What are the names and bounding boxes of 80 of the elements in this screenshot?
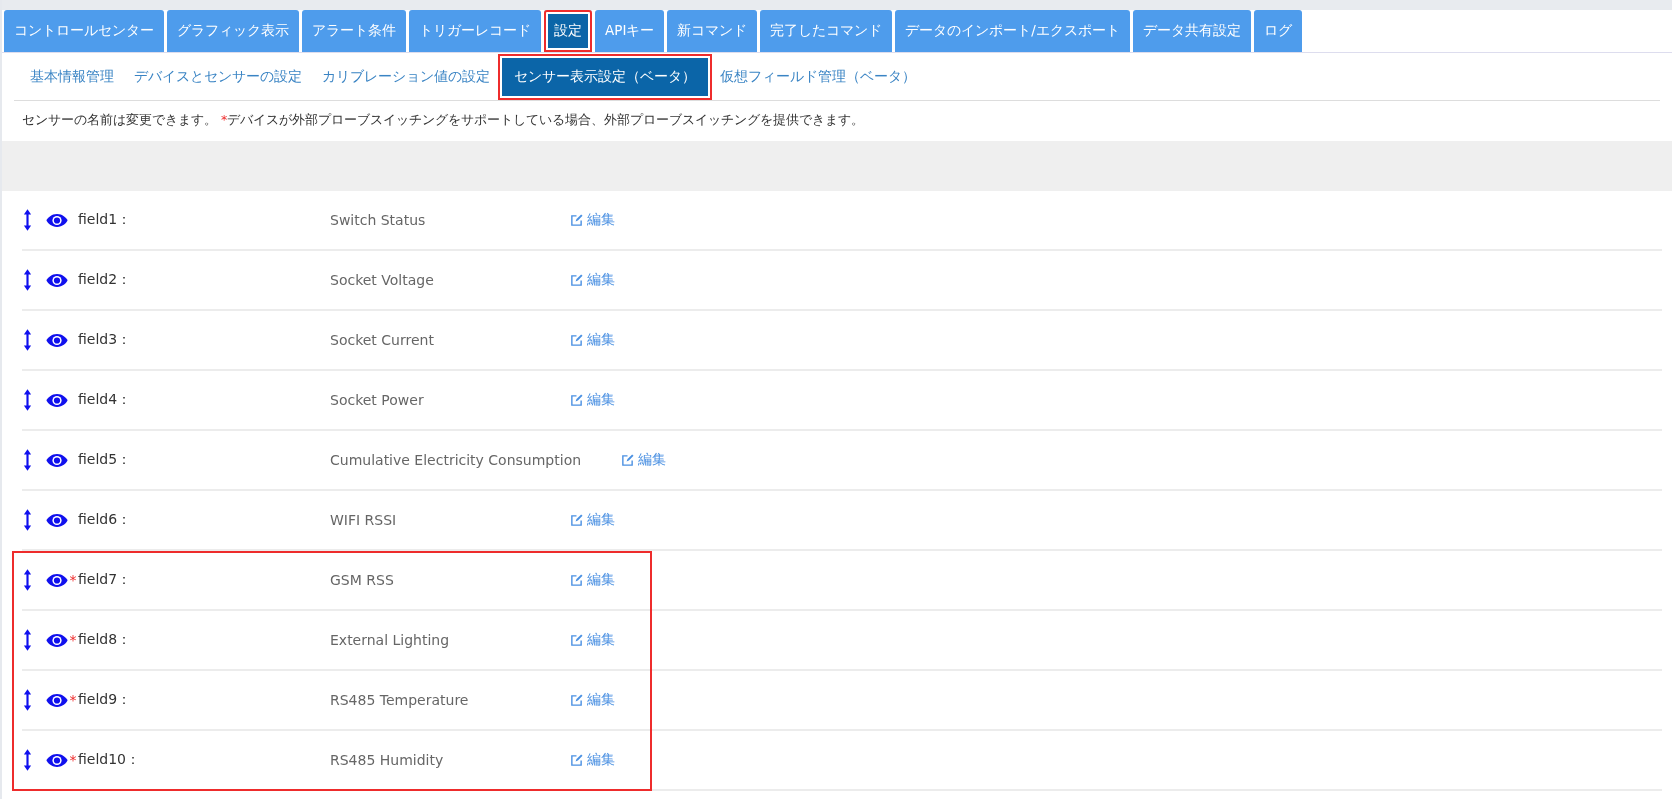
- drag-handle-icon[interactable]: [23, 209, 32, 231]
- required-asterisk: *: [68, 752, 78, 768]
- edit-link[interactable]: 編集: [570, 271, 615, 289]
- sensor-name: Socket Power: [330, 392, 425, 408]
- edit-link[interactable]: 編集: [621, 451, 667, 469]
- drag-handle-icon[interactable]: [23, 749, 32, 771]
- eye-icon[interactable]: [46, 692, 68, 708]
- sensor-name: GSM RSS: [330, 572, 395, 588]
- eye-icon[interactable]: [46, 572, 68, 588]
- field-label: field1：: [78, 211, 133, 229]
- nav-tab[interactable]: 新コマンド: [667, 10, 758, 52]
- field-label: field7：: [78, 571, 133, 589]
- drag-handle-icon[interactable]: [23, 269, 32, 291]
- nav-tab[interactable]: 設定: [544, 10, 592, 52]
- eye-icon[interactable]: [46, 392, 68, 408]
- eye-icon[interactable]: [46, 452, 68, 468]
- drag-handle-icon[interactable]: [23, 449, 32, 471]
- edit-icon: [570, 633, 583, 647]
- sensor-name: Socket Current: [330, 332, 435, 348]
- eye-icon[interactable]: [46, 332, 68, 348]
- required-asterisk: *: [68, 632, 78, 648]
- field-label: field2：: [78, 271, 133, 289]
- field-label: field4：: [78, 391, 133, 409]
- drag-handle-icon[interactable]: [23, 389, 32, 411]
- required-asterisk: *: [68, 692, 78, 708]
- sub-tab[interactable]: デバイスとセンサーの設定: [126, 59, 310, 94]
- edit-icon: [621, 453, 635, 467]
- edit-icon: [570, 333, 583, 347]
- nav-tab[interactable]: データ共有設定: [1132, 10, 1251, 52]
- sensor-name: Switch Status: [330, 212, 427, 228]
- sensor-name: Cumulative Electricity Consumption: [330, 452, 582, 468]
- sensor-name: RS485 Temperature: [330, 692, 470, 708]
- eye-icon[interactable]: [46, 212, 68, 228]
- edit-link[interactable]: 編集: [570, 211, 615, 229]
- nav-tab[interactable]: ログ: [1253, 10, 1302, 52]
- eye-icon[interactable]: [46, 272, 68, 288]
- field-label: field9：: [78, 691, 133, 709]
- required-asterisk: *: [68, 572, 78, 588]
- sensor-name: RS485 Humidity: [330, 752, 445, 768]
- nav-tab[interactable]: トリガーレコード: [409, 10, 541, 52]
- field-label: field10：: [78, 751, 142, 769]
- sub-tab[interactable]: 基本情報管理: [22, 59, 122, 94]
- info-note: センサーの名前は変更できます。 *デバイスが外部プローブスイッチングをサポートしている場合、外部プローブスイッチングを提供できます。: [21, 111, 866, 129]
- edit-link[interactable]: 編集: [570, 391, 615, 409]
- edit-link[interactable]: 編集: [570, 631, 615, 649]
- nav-tab[interactable]: グラフィック表示: [167, 10, 299, 52]
- edit-link[interactable]: 編集: [570, 331, 615, 349]
- nav-tab[interactable]: 完了したコマンド: [760, 10, 893, 52]
- field-label: field6：: [78, 511, 133, 529]
- drag-handle-icon[interactable]: [23, 509, 32, 531]
- sensor-name: External Lighting: [330, 632, 451, 648]
- edit-icon: [570, 693, 583, 707]
- field-label: field3：: [78, 331, 133, 349]
- nav-tab[interactable]: APIキー: [595, 10, 665, 52]
- edit-icon: [570, 213, 583, 227]
- sensor-name: Socket Voltage: [330, 272, 435, 288]
- edit-icon: [570, 753, 583, 767]
- edit-link[interactable]: 編集: [570, 751, 615, 769]
- eye-icon[interactable]: [46, 512, 68, 528]
- edit-icon: [570, 393, 583, 407]
- edit-icon: [570, 513, 583, 527]
- sensor-name: WIFI RSSI: [330, 512, 398, 528]
- nav-tab[interactable]: コントロールセンター: [4, 10, 164, 52]
- nav-tab[interactable]: データのインポート/エクスポート: [895, 10, 1130, 52]
- edit-link[interactable]: 編集: [570, 571, 615, 589]
- field-label: field5：: [78, 451, 133, 469]
- drag-handle-icon[interactable]: [23, 569, 32, 591]
- field-label: field8：: [78, 631, 133, 649]
- eye-icon[interactable]: [46, 752, 68, 768]
- drag-handle-icon[interactable]: [23, 329, 32, 351]
- edit-link[interactable]: 編集: [570, 691, 615, 709]
- edit-icon: [570, 573, 583, 587]
- edit-icon: [570, 273, 583, 287]
- drag-handle-icon[interactable]: [23, 689, 32, 711]
- eye-icon[interactable]: [46, 632, 68, 648]
- sub-tab[interactable]: 仮想フィールド管理（ベータ）: [712, 59, 924, 94]
- edit-link[interactable]: 編集: [570, 511, 615, 529]
- drag-handle-icon[interactable]: [23, 629, 32, 651]
- sub-tab[interactable]: カリブレーション値の設定: [314, 59, 498, 94]
- nav-tab[interactable]: アラート条件: [302, 10, 406, 52]
